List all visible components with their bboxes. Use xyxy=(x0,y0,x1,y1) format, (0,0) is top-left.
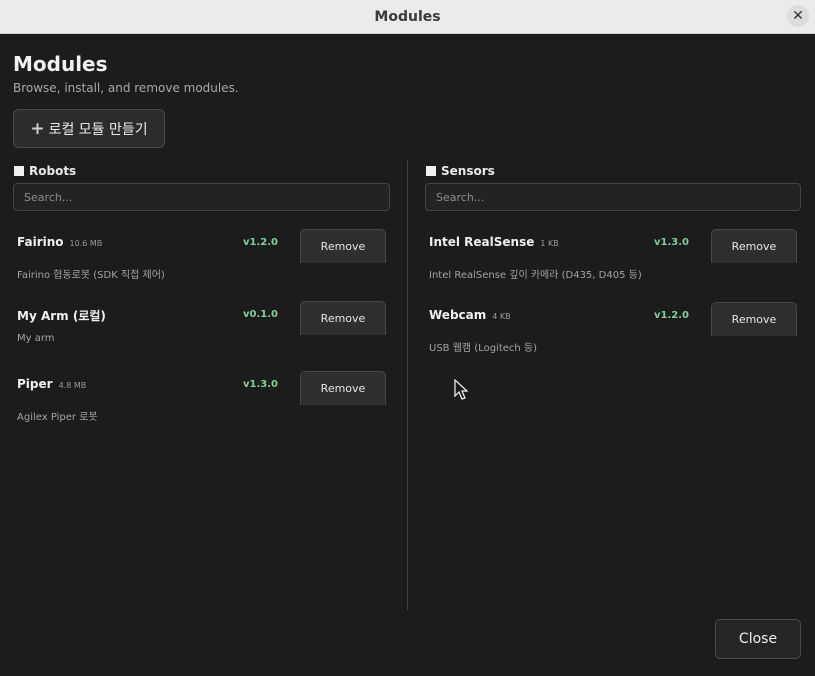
module-description: Agilex Piper 로봇 xyxy=(17,412,98,423)
module-description: USB 웹캠 (Logitech 등) xyxy=(429,343,538,354)
module-version: v0.1.0 xyxy=(243,309,278,320)
remove-button[interactable]: Remove xyxy=(300,301,386,335)
remove-button[interactable]: Remove xyxy=(711,302,797,336)
remove-button[interactable]: Remove xyxy=(300,371,386,405)
sensors-header: Sensors xyxy=(426,162,801,179)
module-version: v1.3.0 xyxy=(243,379,278,390)
module-size: 1 KB xyxy=(540,239,559,248)
sensors-label: Sensors xyxy=(441,163,495,178)
window-titlebar: Modules ✕ xyxy=(0,0,815,34)
robots-search-input[interactable] xyxy=(13,183,390,211)
module-size: 4.8 MB xyxy=(58,381,87,390)
page-title: Modules xyxy=(13,52,108,76)
module-name: Intel RealSense xyxy=(429,235,535,249)
create-local-module-button[interactable]: + 로컬 모듈 만들기 xyxy=(13,109,165,148)
list-item: My Arm (로컬) v0.1.0 Remove My arm xyxy=(13,301,390,377)
checkbox-icon[interactable] xyxy=(426,165,436,176)
list-item: Fairino 10.6 MB v1.2.0 Remove Fairino 협동… xyxy=(13,229,390,307)
robots-section: Robots Fairino 10.6 MB v1.2.0 Remove Fai… xyxy=(13,162,390,449)
module-name: Piper xyxy=(17,377,53,391)
module-description: My arm xyxy=(17,333,55,344)
robots-header: Robots xyxy=(14,162,390,179)
module-version: v1.2.0 xyxy=(654,310,689,321)
column-divider xyxy=(407,160,408,610)
sensors-search-input[interactable] xyxy=(425,183,801,211)
remove-button[interactable]: Remove xyxy=(711,229,797,263)
module-size: 10.6 MB xyxy=(69,239,103,248)
sensors-section: Sensors Intel RealSense 1 KB v1.3.0 Remo… xyxy=(425,162,801,380)
plus-icon: + xyxy=(30,118,45,139)
list-item: Piper 4.8 MB v1.3.0 Remove Agilex Piper … xyxy=(13,371,390,449)
module-name: Webcam xyxy=(429,308,487,322)
robots-label: Robots xyxy=(29,163,77,178)
module-name: Fairino xyxy=(17,235,64,249)
close-button[interactable]: Close xyxy=(715,619,801,659)
module-size: 4 KB xyxy=(492,312,511,321)
module-version: v1.2.0 xyxy=(243,237,278,248)
checkbox-icon[interactable] xyxy=(14,165,24,176)
module-description: Fairino 협동로봇 (SDK 직접 제어) xyxy=(17,270,165,281)
list-item: Webcam 4 KB v1.2.0 Remove USB 웹캠 (Logite… xyxy=(425,302,801,380)
page-subtitle: Browse, install, and remove modules. xyxy=(13,81,239,95)
remove-button[interactable]: Remove xyxy=(300,229,386,263)
module-name: My Arm (로컬) xyxy=(17,309,106,323)
mouse-pointer-icon xyxy=(454,379,468,400)
window-title: Modules xyxy=(374,8,441,25)
close-icon[interactable]: ✕ xyxy=(787,5,809,27)
module-version: v1.3.0 xyxy=(654,237,689,248)
module-description: Intel RealSense 깊이 카메라 (D435, D405 등) xyxy=(429,270,642,281)
create-local-module-label: 로컬 모듈 만들기 xyxy=(48,121,148,138)
list-item: Intel RealSense 1 KB v1.3.0 Remove Intel… xyxy=(425,229,801,308)
